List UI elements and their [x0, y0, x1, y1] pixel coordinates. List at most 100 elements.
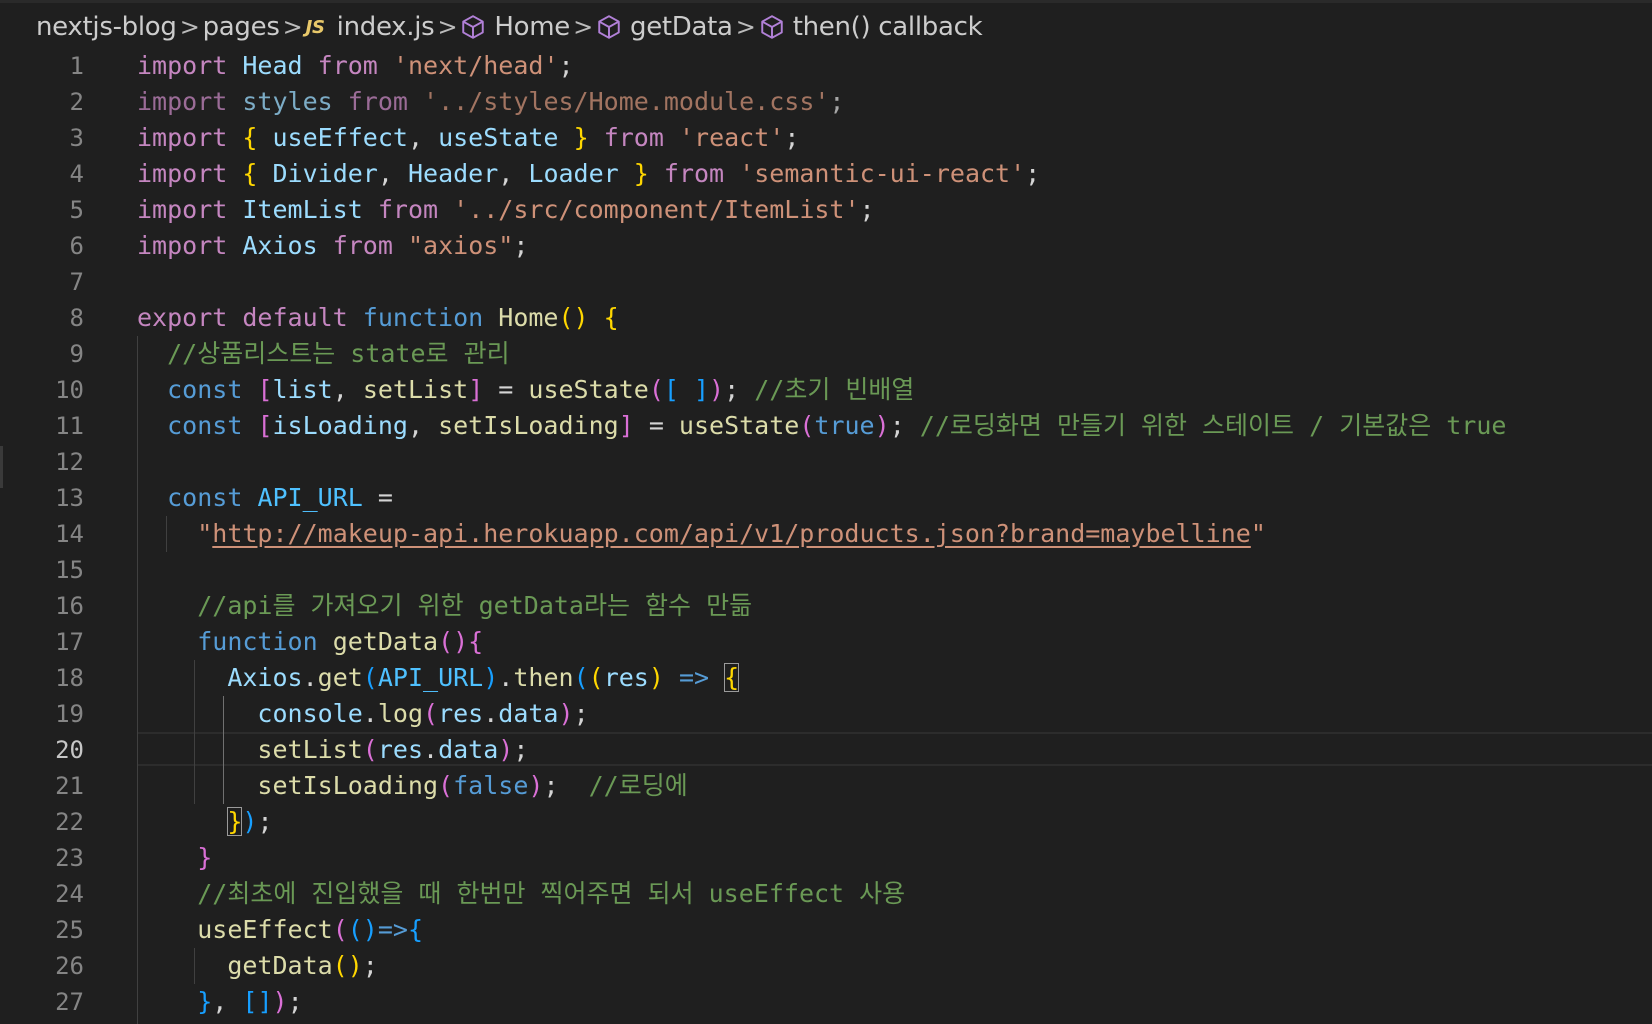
line-number: 25	[55, 916, 84, 944]
code-token: [	[257, 375, 273, 404]
code-token: {	[603, 303, 619, 332]
code-line[interactable]: 9 //상품리스트는 state로 관리	[0, 336, 1652, 372]
code-token: [	[257, 411, 273, 440]
code-line[interactable]: 19 console.log(res.data);	[0, 696, 1652, 732]
breadcrumb: nextjs-blog > pages > JS index.js > Home…	[0, 0, 1652, 54]
line-number: 13	[55, 484, 84, 512]
line-number: 16	[55, 592, 84, 620]
code-editor[interactable]: nextjs-blog > pages > JS index.js > Home…	[0, 0, 1652, 1024]
code-token: ;	[257, 807, 273, 836]
code-token: ;	[573, 699, 589, 728]
code-token: list	[272, 375, 333, 404]
breadcrumb-folder-root[interactable]: nextjs-blog	[36, 12, 177, 42]
code-line[interactable]: 22 });	[0, 804, 1652, 840]
code-token: res	[377, 735, 423, 764]
code-area[interactable]: 1 import Head from 'next/head'; 2 import st…	[0, 48, 1652, 1020]
code-line[interactable]: 3 import { useEffect, useState } from 're…	[0, 120, 1652, 156]
code-token: //로딩화면 만들기 위한 스테이트 / 기본값은 true	[919, 411, 1507, 440]
code-token: import	[137, 159, 228, 188]
line-number: 23	[55, 844, 84, 872]
code-token: "	[197, 519, 213, 548]
code-token: ;	[543, 771, 589, 800]
code-token: ]	[468, 375, 484, 404]
code-token: function	[197, 627, 318, 656]
line-number: 7	[69, 268, 84, 296]
code-line[interactable]: 18 Axios.get(API_URL).then((res) => {	[0, 660, 1652, 696]
code-text: export default function Home() {	[137, 300, 619, 336]
code-line[interactable]: 16 //api를 가져오기 위한 getData라는 함수 만듦	[0, 588, 1652, 624]
code-token: Head	[242, 51, 303, 80]
code-token: import	[137, 195, 228, 224]
code-token: =	[633, 411, 679, 440]
code-token: Divider	[272, 159, 378, 188]
code-token: }	[197, 987, 213, 1016]
line-number: 21	[55, 772, 84, 800]
code-line[interactable]: 10 const [list, setList] = useState([ ])…	[0, 372, 1652, 408]
code-line[interactable]: 2 import styles from '../styles/Home.modu…	[0, 84, 1652, 120]
code-line[interactable]: 11 const [isLoading, setIsLoading] = use…	[0, 408, 1652, 444]
breadcrumb-symbol-callback[interactable]: then() callback	[759, 12, 983, 42]
code-line[interactable]: 12	[0, 444, 1652, 480]
code-line[interactable]: 4 import { Divider, Header, Loader } from…	[0, 156, 1652, 192]
code-line[interactable]: 25 useEffect(()=>{	[0, 912, 1652, 948]
line-number: 24	[55, 880, 84, 908]
code-token: (	[648, 375, 664, 404]
code-line[interactable]: 24 //최초에 진입했을 때 한번만 찍어주면 되서 useEffect 사용	[0, 876, 1652, 912]
line-number: 27	[55, 988, 84, 1016]
code-token: ;	[513, 231, 529, 260]
code-line[interactable]: 1 import Head from 'next/head';	[0, 48, 1652, 84]
javascript-file-icon: JS	[305, 16, 325, 38]
code-line[interactable]: 27 }, []);	[0, 984, 1652, 1020]
line-number: 4	[69, 160, 84, 188]
code-text: import styles from '../styles/Home.modul…	[137, 84, 844, 120]
code-token: getData	[332, 627, 439, 656]
code-token: .	[483, 699, 499, 728]
line-number: 11	[55, 412, 84, 440]
code-token: setList	[257, 735, 363, 764]
code-line[interactable]: 26 getData();	[0, 948, 1652, 984]
code-token: res	[603, 663, 649, 692]
code-token: from	[332, 231, 393, 260]
code-line[interactable]: 20 setList(res.data);	[0, 732, 1652, 768]
code-token: )	[528, 771, 544, 800]
code-token: )	[272, 987, 288, 1016]
code-line[interactable]: 13 const API_URL =	[0, 480, 1652, 516]
code-token: (	[799, 411, 815, 440]
code-line[interactable]: 5 import ItemList from '../src/component/…	[0, 192, 1652, 228]
code-token: useEffect	[272, 123, 408, 152]
line-number: 19	[55, 700, 84, 728]
breadcrumb-folder-pages[interactable]: pages	[203, 12, 280, 42]
breadcrumb-symbol-home[interactable]: Home	[460, 12, 570, 42]
code-line[interactable]: 15	[0, 552, 1652, 588]
code-line[interactable]: 7	[0, 264, 1652, 300]
code-line[interactable]: 6 import Axios from "axios";	[0, 228, 1652, 264]
code-token: ;	[889, 411, 920, 440]
code-token: import styles from '../styles/Home.modul…	[137, 87, 845, 116]
code-token: (	[332, 915, 348, 944]
code-token: ,	[407, 411, 439, 440]
code-token: =	[362, 483, 393, 512]
breadcrumb-symbol-getdata[interactable]: getData	[596, 12, 733, 42]
code-text: import Head from 'next/head';	[137, 48, 574, 84]
code-line[interactable]: 8 export default function Home() {	[0, 300, 1652, 336]
code-token: setList	[362, 375, 469, 404]
breadcrumb-file[interactable]: JS index.js	[306, 12, 435, 42]
code-token: (	[573, 663, 589, 692]
code-line[interactable]: 23 }	[0, 840, 1652, 876]
code-line[interactable]: 14 "http://makeup-api.herokuapp.com/api/…	[0, 516, 1652, 552]
code-line[interactable]: 21 setIsLoading(false); //로딩에	[0, 768, 1652, 804]
line-number: 10	[55, 376, 84, 404]
code-line[interactable]: 17 function getData(){	[0, 624, 1652, 660]
breadcrumb-symbol-label: Home	[494, 12, 571, 42]
